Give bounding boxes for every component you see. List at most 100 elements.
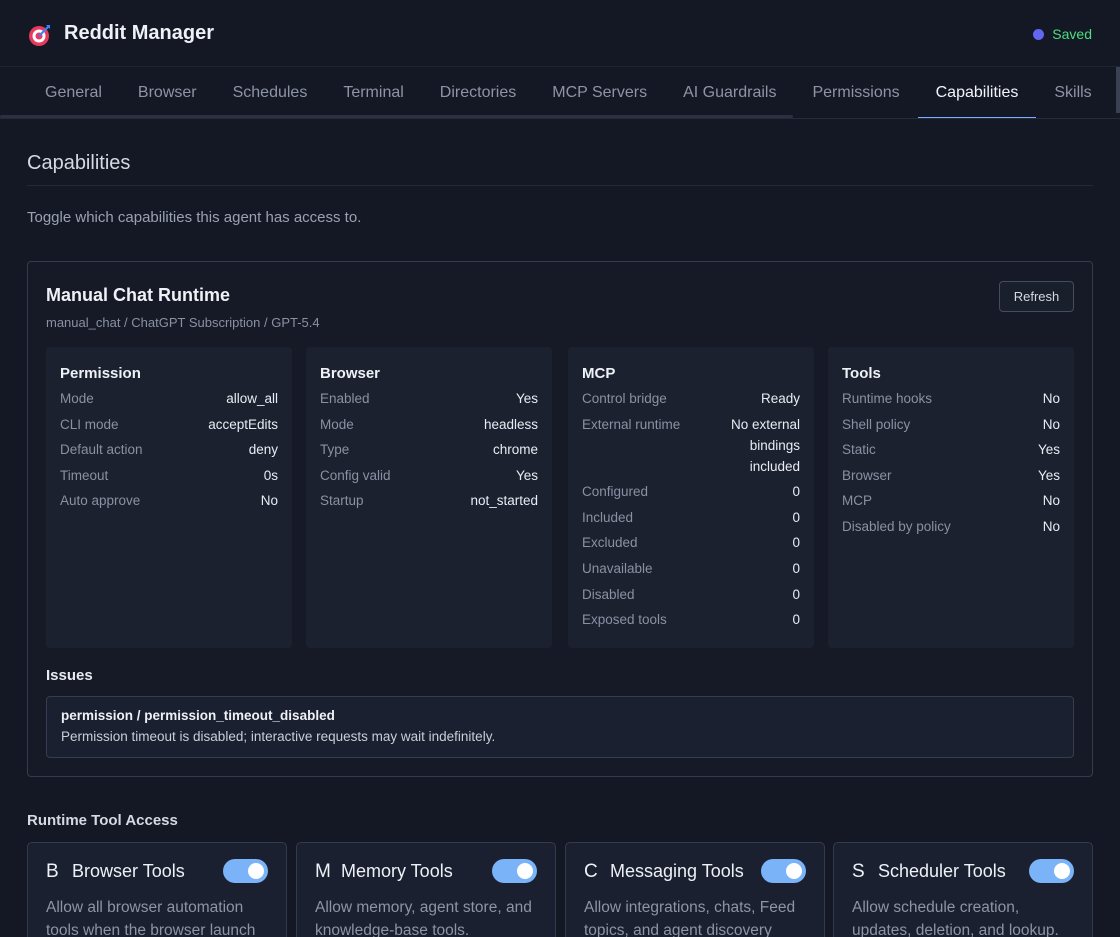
tool-toggle[interactable] — [492, 859, 537, 883]
kv-key: Disabled by policy — [842, 518, 951, 534]
kv-key: Shell policy — [842, 416, 911, 432]
runtime-subtitle: manual_chat / ChatGPT Subscription / GPT… — [46, 315, 320, 330]
tools-panel: Tools Runtime hooks No Shell policy No Static… — [828, 347, 1074, 648]
kv-key: Auto approve — [60, 493, 141, 509]
kv-value: No external bindings included — [730, 416, 800, 474]
panel-title: Browser — [320, 365, 381, 382]
kv-value: 0 — [792, 586, 800, 602]
kv-value: deny — [248, 442, 278, 458]
kv-row: Included 0 — [582, 507, 800, 528]
kv-row: External runtime No external bindings inc… — [582, 414, 800, 477]
kv-row: Runtime hooks No — [842, 388, 1060, 409]
tool-access-title: Runtime Tool Access — [27, 812, 178, 829]
tool-toggle[interactable] — [223, 859, 268, 883]
issue-code: permission / permission_timeout_disabled — [61, 708, 335, 723]
issue-message: Permission timeout is disabled; interact… — [61, 729, 496, 744]
tool-name: Memory Tools — [341, 861, 453, 881]
tab-capabilities[interactable]: Capabilities — [917, 67, 1037, 118]
section-description: Toggle which capabilities this agent has… — [27, 209, 362, 226]
vertical-scrollbar[interactable] — [1116, 67, 1120, 113]
tab-scrollbar[interactable] — [0, 115, 793, 118]
permission-panel: Permission Mode allow_all CLI mode acceptEdi… — [46, 347, 292, 648]
tab-skills[interactable]: Skills — [1036, 67, 1109, 118]
kv-value: 0 — [792, 484, 800, 500]
kv-key: Configured — [582, 484, 649, 500]
kv-row: Shell policy No — [842, 414, 1060, 435]
kv-key: Disabled — [582, 586, 635, 602]
panel-title: Tools — [842, 365, 881, 382]
kv-row: Config valid Yes — [320, 465, 538, 486]
kv-value: 0 — [792, 560, 800, 576]
kv-key: Included — [582, 509, 634, 525]
panel-title: Permission — [60, 365, 141, 382]
kv-key: CLI mode — [60, 416, 119, 432]
tool-card-browser-tools: B Browser Tools Allow all browser automati… — [27, 842, 287, 937]
kv-value: Ready — [760, 391, 800, 406]
kv-row: Browser Yes — [842, 465, 1060, 486]
tool-card-scheduler-tools: S Scheduler Tools Allow schedule creation,… — [833, 842, 1093, 937]
tool-description: Allow all browser automation tools when … — [46, 899, 256, 937]
tool-card-messaging-tools: C Messaging Tools Allow integrations, chat… — [565, 842, 825, 937]
kv-key: Startup — [320, 493, 364, 509]
kv-value: 0 — [792, 612, 800, 628]
tab-terminal[interactable]: Terminal — [325, 67, 421, 118]
tab-browser[interactable]: Browser — [120, 67, 215, 118]
runtime-card: Manual Chat Runtime manual_chat / ChatGP… — [27, 261, 1093, 777]
kv-row: Static Yes — [842, 439, 1060, 460]
tool-description: Allow memory, agent store, and knowledge… — [315, 899, 532, 937]
tab-mcp-servers[interactable]: MCP Servers — [534, 67, 665, 118]
kv-value: No — [1042, 493, 1060, 509]
tab-schedules[interactable]: Schedules — [215, 67, 326, 118]
tool-toggle[interactable] — [761, 859, 806, 883]
kv-key: External runtime — [582, 416, 681, 432]
kv-key: Static — [842, 442, 876, 458]
kv-value: acceptEdits — [208, 416, 278, 432]
issue-item: permission / permission_timeout_disabled… — [46, 696, 1074, 758]
section-title: Capabilities — [27, 152, 1093, 186]
tool-name: Scheduler Tools — [878, 861, 1006, 881]
kv-key: Config valid — [320, 467, 391, 483]
toggle-knob — [1054, 863, 1070, 879]
kv-value: Yes — [1037, 467, 1060, 483]
kv-value: Yes — [1037, 442, 1060, 458]
kv-key: Control bridge — [582, 391, 667, 406]
kv-row: Timeout 0s — [60, 465, 278, 486]
kv-value: Yes — [515, 467, 538, 483]
settings-tabs: General Browser Schedules Terminal Directori… — [0, 67, 1120, 119]
kv-key: Type — [320, 442, 350, 458]
status-dot-icon — [1033, 28, 1045, 40]
kv-key: Default action — [60, 442, 143, 458]
kv-row: Startup not_started — [320, 490, 538, 511]
kv-row: CLI mode acceptEdits — [60, 414, 278, 435]
kv-row: Excluded 0 — [582, 532, 800, 553]
kv-key: Runtime hooks — [842, 391, 933, 406]
mcp-panel: MCP Control bridge Ready External runtime No… — [568, 347, 814, 648]
kv-value: allow_all — [226, 391, 278, 406]
toggle-knob — [517, 863, 533, 879]
kv-key: Unavailable — [582, 560, 653, 576]
refresh-button[interactable]: Refresh — [999, 281, 1074, 312]
kv-key: Browser — [842, 467, 892, 483]
kv-key: Mode — [60, 391, 94, 406]
kv-row: Mode headless — [320, 414, 538, 435]
kv-value: No — [1042, 416, 1060, 432]
kv-key: Enabled — [320, 391, 370, 406]
tab-directories[interactable]: Directories — [422, 67, 534, 118]
kv-row: Configured 0 — [582, 481, 800, 502]
tab-permissions[interactable]: Permissions — [794, 67, 917, 118]
kv-row: MCP No — [842, 490, 1060, 511]
save-status: Saved — [1033, 26, 1092, 42]
kv-value: headless — [483, 416, 538, 432]
tool-toggle[interactable] — [1029, 859, 1074, 883]
tab-ai-guardrails[interactable]: AI Guardrails — [665, 67, 794, 118]
kv-row: Mode allow_all — [60, 388, 278, 409]
kv-key: Timeout — [60, 467, 109, 483]
kv-row: Auto approve No — [60, 490, 278, 511]
kv-key: Exposed tools — [582, 612, 667, 628]
kv-value: 0 — [792, 509, 800, 525]
runtime-title: Manual Chat Runtime — [46, 285, 231, 305]
tab-general[interactable]: General — [27, 67, 120, 118]
kv-value: No — [1042, 518, 1060, 534]
kv-value: No — [260, 493, 278, 509]
tool-letter-icon: C — [584, 861, 598, 882]
